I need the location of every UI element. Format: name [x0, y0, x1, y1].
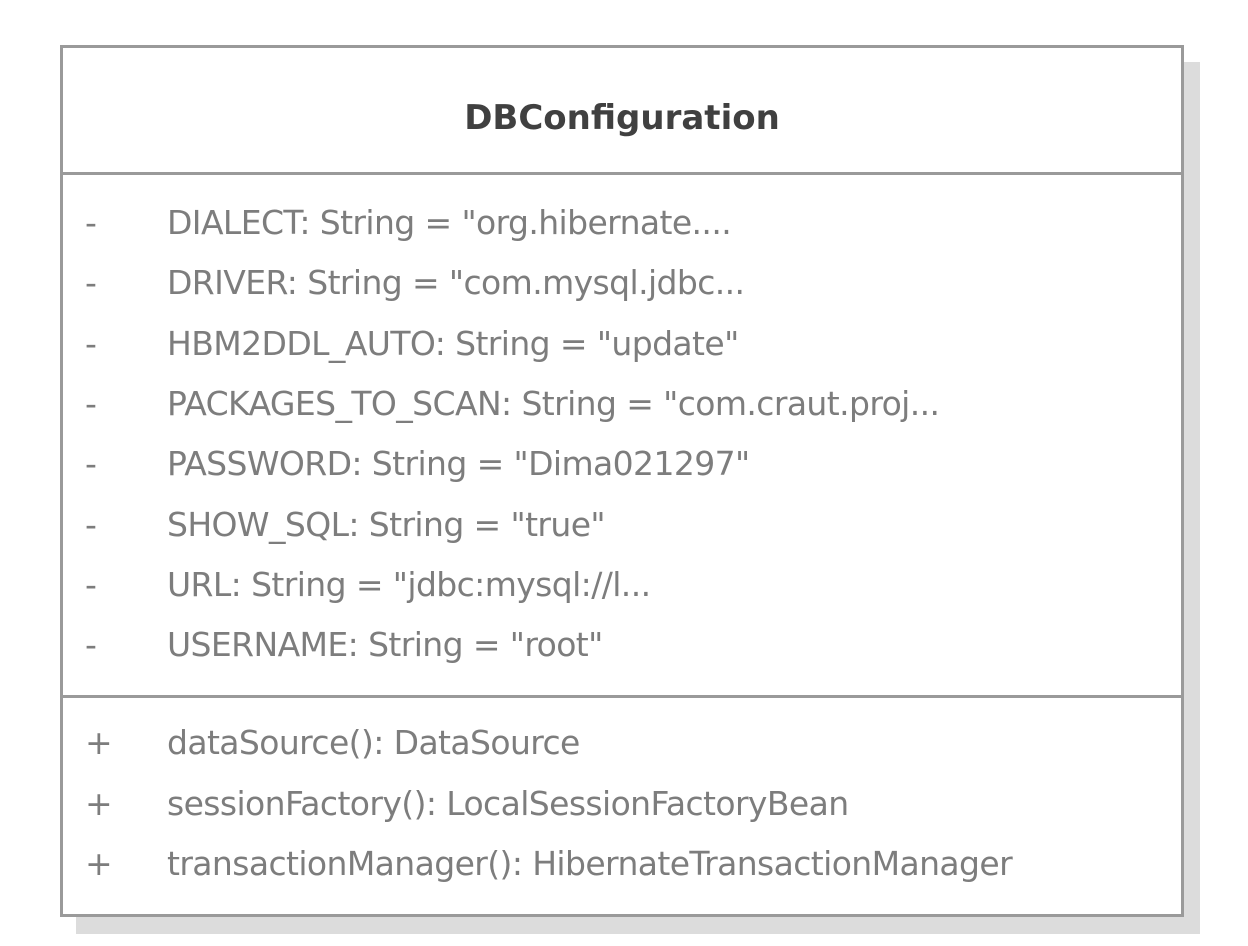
attribute-signature: SHOW_SQL: String = "true": [167, 505, 606, 544]
attribute-signature: PASSWORD: String = "Dima021297": [167, 444, 750, 483]
visibility-marker: -: [85, 203, 97, 242]
attribute-row: - URL: String = "jdbc:mysql://l...: [63, 563, 1181, 607]
visibility-marker: -: [85, 565, 97, 604]
visibility-marker: -: [85, 384, 97, 423]
attribute-signature: USERNAME: String = "root": [167, 625, 603, 664]
attribute-signature: PACKAGES_TO_SCAN: String = "com.craut.pr…: [167, 384, 940, 423]
operation-row: + transactionManager(): HibernateTransac…: [63, 842, 1181, 886]
visibility-marker: +: [85, 844, 113, 883]
operation-signature: dataSource(): DataSource: [167, 723, 580, 762]
attribute-row: - PASSWORD: String = "Dima021297": [63, 442, 1181, 486]
visibility-marker: +: [85, 723, 113, 762]
visibility-marker: +: [85, 784, 113, 823]
visibility-marker: -: [85, 444, 97, 483]
attribute-row: - HBM2DDL_AUTO: String = "update": [63, 322, 1181, 366]
attribute-row: - DIALECT: String = "org.hibernate....: [63, 201, 1181, 245]
attributes-compartment: - DIALECT: String = "org.hibernate.... -…: [63, 175, 1181, 698]
attribute-row: - USERNAME: String = "root": [63, 623, 1181, 667]
visibility-marker: -: [85, 505, 97, 544]
attribute-row: - DRIVER: String = "com.mysql.jdbc...: [63, 261, 1181, 305]
operation-signature: transactionManager(): HibernateTransacti…: [167, 844, 1013, 883]
uml-class-box: DBConfiguration - DIALECT: String = "org…: [60, 45, 1184, 917]
visibility-marker: -: [85, 263, 97, 302]
attribute-signature: URL: String = "jdbc:mysql://l...: [167, 565, 651, 604]
operation-row: + sessionFactory(): LocalSessionFactoryB…: [63, 782, 1181, 826]
operations-compartment: + dataSource(): DataSource + sessionFact…: [63, 698, 1181, 914]
visibility-marker: -: [85, 324, 97, 363]
attribute-row: - SHOW_SQL: String = "true": [63, 503, 1181, 547]
attribute-signature: DIALECT: String = "org.hibernate....: [167, 203, 732, 242]
operation-row: + dataSource(): DataSource: [63, 721, 1181, 765]
class-name-compartment: DBConfiguration: [63, 48, 1181, 175]
class-name: DBConfiguration: [464, 98, 780, 138]
operation-signature: sessionFactory(): LocalSessionFactoryBea…: [167, 784, 849, 823]
visibility-marker: -: [85, 625, 97, 664]
attribute-row: - PACKAGES_TO_SCAN: String = "com.craut.…: [63, 382, 1181, 426]
attribute-signature: HBM2DDL_AUTO: String = "update": [167, 324, 739, 363]
attribute-signature: DRIVER: String = "com.mysql.jdbc...: [167, 263, 745, 302]
